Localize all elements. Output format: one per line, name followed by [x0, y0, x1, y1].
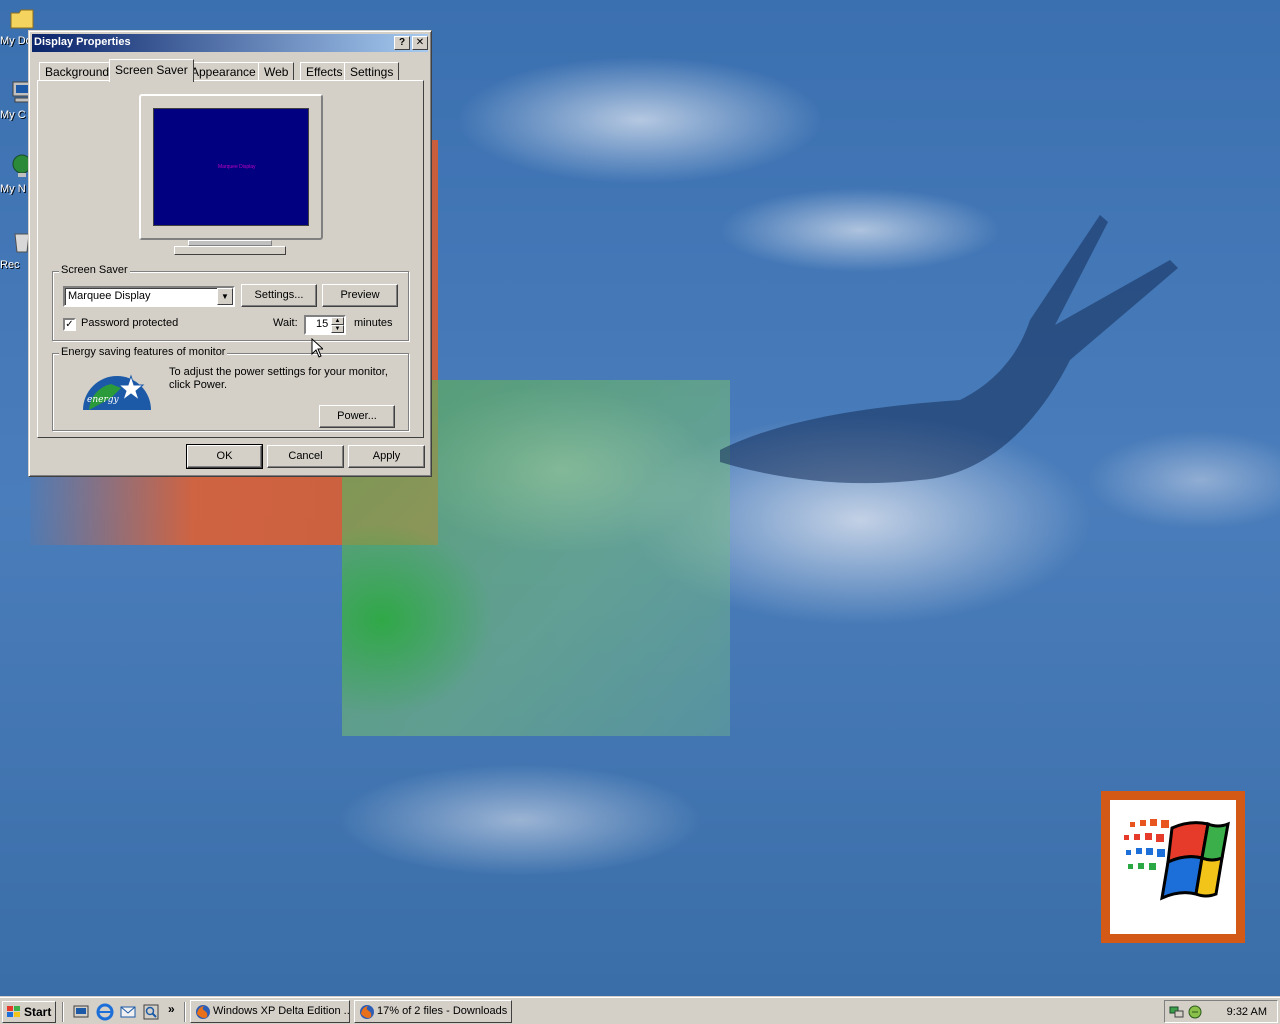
task-button-downloads[interactable]: 17% of 2 files - Downloads	[354, 1000, 512, 1023]
windows-flag-icon	[1124, 819, 1230, 901]
clock[interactable]: 9:32 AM	[1227, 1006, 1267, 1018]
tab-screen-saver[interactable]: Screen Saver	[109, 59, 194, 82]
task-button-windows-xp[interactable]: Windows XP Delta Edition ...	[190, 1000, 350, 1023]
dialog-title: Display Properties	[34, 36, 131, 48]
tab-settings[interactable]: Settings	[344, 62, 400, 81]
quick-launch-more-icon[interactable]: »	[168, 1002, 175, 1016]
tab-background[interactable]: Background	[39, 62, 116, 81]
start-button[interactable]: Start	[2, 1001, 56, 1023]
internet-explorer-icon[interactable]	[96, 1003, 114, 1021]
windows-logo-wallpaper	[1101, 791, 1245, 943]
screen-saver-select[interactable]: Marquee Display ▼	[63, 286, 235, 307]
wait-label: Wait:	[273, 317, 298, 329]
preview-screen: Marquee Display	[153, 108, 309, 226]
spin-down-icon[interactable]: ▼	[331, 325, 344, 333]
network-tray-icon[interactable]	[1169, 1004, 1185, 1020]
spin-up-icon[interactable]: ▲	[331, 317, 344, 325]
quick-launch-separator	[62, 1002, 64, 1022]
energy-saving-group: Energy saving features of monitor energy…	[52, 346, 409, 431]
minutes-label: minutes	[354, 317, 393, 329]
volume-tray-icon[interactable]	[1187, 1004, 1203, 1020]
wallpaper-swimmer-shadow	[720, 215, 1178, 484]
password-protected-label: Password protected	[81, 317, 179, 329]
screen-saver-panel: Marquee Display Screen Saver Marquee Dis…	[37, 80, 424, 438]
screen-saver-group: Screen Saver Marquee Display ▼ Settings.…	[52, 264, 409, 341]
firefox-icon	[360, 1005, 374, 1019]
apply-button[interactable]: Apply	[348, 445, 425, 468]
cancel-button[interactable]: Cancel	[267, 445, 344, 468]
chevron-down-icon[interactable]: ▼	[217, 288, 233, 305]
tab-appearance[interactable]: Appearance	[185, 62, 262, 81]
power-button[interactable]: Power...	[319, 405, 395, 428]
monitor-base	[174, 246, 286, 255]
ok-button[interactable]: OK	[186, 444, 263, 469]
start-label: Start	[24, 1005, 52, 1019]
screen-saver-group-title: Screen Saver	[59, 264, 130, 276]
search-icon[interactable]	[142, 1003, 160, 1021]
help-button[interactable]: ?	[394, 36, 410, 50]
monitor-preview: Marquee Display	[139, 94, 323, 240]
show-desktop-icon[interactable]	[72, 1003, 90, 1021]
close-button[interactable]: ✕	[412, 36, 428, 50]
mouse-cursor-icon	[311, 338, 323, 358]
energy-group-title: Energy saving features of monitor	[59, 346, 228, 358]
preview-button[interactable]: Preview	[322, 284, 398, 307]
outlook-express-icon[interactable]	[119, 1003, 137, 1021]
tab-effects[interactable]: Effects	[300, 62, 349, 81]
screen-saver-select-value: Marquee Display	[68, 290, 151, 302]
energy-star-icon: energy	[83, 374, 151, 410]
svg-text:energy: energy	[87, 395, 120, 405]
task-button-label: Windows XP Delta Edition ...	[213, 1005, 350, 1017]
wait-minutes-spinner[interactable]: 15 ▲ ▼	[304, 315, 346, 335]
password-protected-checkbox[interactable]: ✓	[63, 318, 76, 331]
energy-description: To adjust the power settings for your mo…	[169, 366, 388, 391]
windows-flag-icon	[7, 1006, 20, 1017]
dialog-titlebar[interactable]: Display Properties ? ✕	[32, 34, 428, 52]
folder-icon	[10, 9, 34, 29]
firefox-icon	[196, 1005, 210, 1019]
preview-marquee-text: Marquee Display	[218, 164, 256, 170]
system-tray: 9:32 AM	[1164, 1000, 1278, 1023]
display-properties-dialog: Display Properties ? ✕ Background Screen…	[28, 30, 432, 477]
settings-button[interactable]: Settings...	[241, 284, 317, 307]
wait-minutes-value: 15	[316, 318, 329, 330]
quick-launch-separator	[184, 1002, 186, 1022]
task-button-label: 17% of 2 files - Downloads	[377, 1005, 508, 1017]
taskbar: Start » Windows XP Delta Edition ... 17%…	[0, 996, 1280, 1024]
tab-web[interactable]: Web	[258, 62, 295, 81]
